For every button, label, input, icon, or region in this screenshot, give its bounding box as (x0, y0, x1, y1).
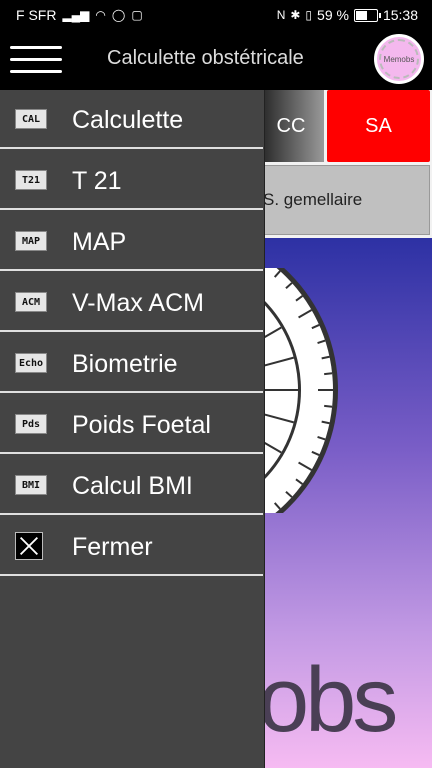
menu-item-poids-foetal[interactable]: Pds Poids Foetal (0, 395, 263, 454)
app-logo[interactable]: Memobs (374, 34, 424, 84)
gemellaire-button[interactable]: S. gemellaire (258, 165, 430, 235)
carrier-label: F SFR (16, 7, 57, 23)
map-icon: MAP (15, 231, 47, 251)
bmi-icon: BMI (15, 475, 47, 495)
hero-panel: bs obs (258, 238, 432, 768)
tab-cc-label: CC (276, 114, 306, 137)
menu-item-label: T 21 (72, 167, 122, 195)
vibrate-icon: ▯ (305, 8, 313, 22)
menu-item-label: MAP (72, 228, 127, 256)
menu-item-fermer[interactable]: Fermer (0, 517, 263, 576)
echo-icon: Echo (15, 353, 47, 373)
t21-icon: T21 (15, 170, 47, 190)
menu-item-label: Biometrie (72, 350, 178, 378)
cal-icon: CAL (15, 109, 47, 129)
status-bar-right: N ✱ ▯ 59 % 15:38 (277, 7, 418, 23)
wifi-icon: ◠ (95, 8, 106, 22)
menu-item-calcul-bmi[interactable]: BMI Calcul BMI (0, 456, 263, 515)
menu-item-vmax-acm[interactable]: ACM V-Max ACM (0, 273, 263, 332)
battery-fill (355, 10, 367, 20)
close-icon (15, 532, 43, 560)
menu-item-label: Fermer (72, 533, 153, 561)
whatsapp-icon: ◯ (111, 8, 126, 22)
tab-cc[interactable]: CC (258, 90, 324, 162)
acm-icon: ACM (15, 292, 47, 312)
menu-item-label: Calculette (72, 106, 184, 134)
app-title: Calculette obstétricale (107, 47, 304, 69)
logo-text: Memobs (383, 54, 415, 64)
tab-sa-label: SA (365, 114, 392, 137)
menu-item-label: Poids Foetal (72, 411, 211, 439)
pds-icon: Pds (15, 414, 47, 434)
menu-item-map[interactable]: MAP MAP (0, 212, 263, 271)
battery-icon (353, 8, 381, 22)
hero-logo-text: obs (258, 649, 398, 751)
gemellaire-label: S. gemellaire (263, 190, 363, 209)
menu-item-t21[interactable]: T21 T 21 (0, 151, 263, 210)
nfc-icon: N (276, 8, 286, 22)
bluetooth-icon: ✱ (290, 8, 301, 22)
status-bar-left: F SFR ▂▄▆ ◠ ◯ ▢ (16, 7, 143, 23)
menu-item-label: V-Max ACM (72, 289, 204, 317)
navigation-drawer: CAL Calculette T21 T 21 MAP MAP ACM V-Ma… (0, 90, 265, 768)
instagram-icon: ▢ (131, 8, 143, 22)
pregnancy-wheel-icon: bs (258, 268, 338, 513)
status-bar: F SFR ▂▄▆ ◠ ◯ ▢ N ✱ ▯ 59 % 15:38 (0, 0, 432, 30)
menu-icon[interactable] (10, 46, 62, 74)
app-bar: Calculette obstétricale Memobs (0, 30, 432, 90)
battery-percent: 59 % (317, 7, 349, 23)
tab-sa[interactable]: SA (327, 90, 430, 162)
menu-item-calculette[interactable]: CAL Calculette (0, 90, 263, 149)
clock: 15:38 (382, 7, 418, 23)
signal-icon: ▂▄▆ (62, 8, 90, 22)
menu-item-biometrie[interactable]: Echo Biometrie (0, 334, 263, 393)
menu-item-label: Calcul BMI (72, 472, 193, 500)
